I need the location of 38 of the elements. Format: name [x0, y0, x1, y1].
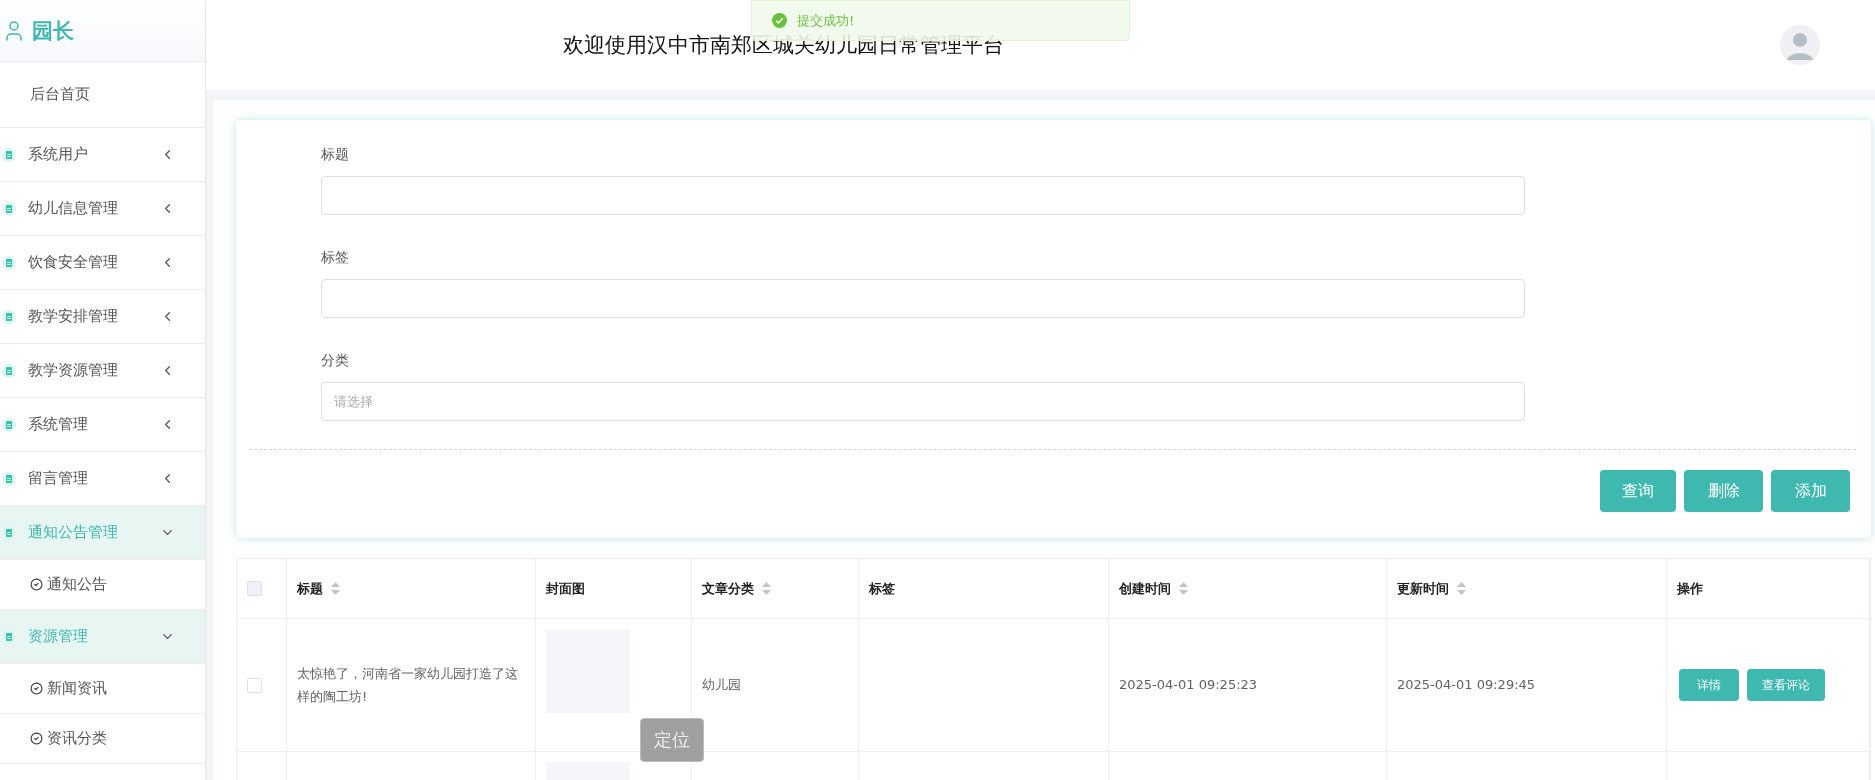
table-cell: 2025-04-01 09:25:23	[1109, 619, 1387, 752]
select-all-checkbox[interactable]	[247, 581, 262, 596]
column-title: 封面图	[546, 579, 585, 598]
document-icon	[2, 309, 16, 324]
table-cell: 2025-04-01 09:29:45	[1387, 619, 1667, 752]
row-checkbox[interactable]	[247, 677, 262, 693]
check-circle-icon	[30, 682, 43, 695]
document-icon	[2, 255, 16, 270]
column-title: 标题	[297, 579, 323, 598]
column-title: 操作	[1677, 579, 1703, 598]
input-field[interactable]	[321, 176, 1525, 215]
document-icon	[2, 471, 16, 486]
document-icon	[2, 201, 16, 216]
document-icon	[2, 147, 16, 162]
sort-icon[interactable]	[1457, 582, 1466, 595]
check-circle-icon	[30, 732, 43, 745]
input-field[interactable]	[321, 279, 1525, 318]
column-title: 标签	[869, 579, 895, 598]
sort-icon[interactable]	[331, 582, 340, 595]
input-field[interactable]: 请选择	[321, 382, 1525, 421]
column-title: 创建时间	[1119, 579, 1171, 598]
column-title: 更新时间	[1397, 579, 1449, 598]
field-label: 分类	[321, 352, 350, 370]
check-circle-icon	[30, 578, 43, 591]
column-title: 文章分类	[702, 579, 754, 598]
role-title: 园长	[32, 17, 74, 45]
table-cell: 太惊艳了，河南省一家幼儿园打造了这样的陶工坊!	[287, 619, 536, 752]
toast-message: 提交成功!	[797, 11, 855, 30]
document-icon	[2, 629, 16, 644]
field-label: 标签	[321, 249, 350, 267]
document-icon	[2, 417, 16, 432]
document-icon	[2, 525, 16, 540]
document-icon	[2, 363, 16, 378]
sort-icon[interactable]	[1179, 582, 1188, 595]
field-label: 标题	[321, 146, 350, 164]
check-circle-icon	[772, 13, 787, 28]
avatar[interactable]	[1780, 25, 1820, 65]
sort-icon[interactable]	[762, 582, 771, 595]
